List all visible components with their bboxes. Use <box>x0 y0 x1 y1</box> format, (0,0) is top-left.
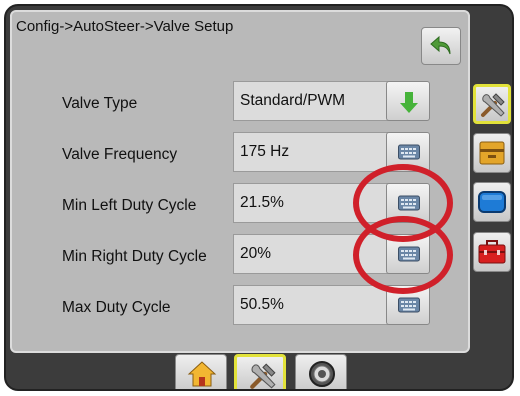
valve-frequency-label: Valve Frequency <box>62 146 178 163</box>
valve-type-field[interactable]: Standard/PWM <box>233 81 389 121</box>
highlight-circle <box>353 216 453 294</box>
back-arrow-icon <box>430 35 451 55</box>
sidebar-tools-button[interactable] <box>473 84 511 124</box>
toolbox-icon <box>478 240 506 264</box>
keyboard-icon <box>398 144 420 160</box>
bottom-nav-home[interactable] <box>175 354 227 389</box>
sidebar-display-button[interactable] <box>473 182 511 222</box>
valve-type-label: Valve Type <box>62 95 138 112</box>
keyboard-icon <box>398 297 420 313</box>
breadcrumb: Config->AutoSteer->Valve Setup <box>16 18 234 35</box>
file-cabinet-icon <box>479 141 505 165</box>
device-frame: Config->AutoSteer->Valve Setup Valve Typ… <box>4 4 514 391</box>
gauge-icon <box>309 361 335 387</box>
max-duty-cycle-field[interactable]: 50.5% <box>233 285 389 325</box>
sidebar-data-button[interactable] <box>473 133 511 173</box>
min-left-duty-cycle-label: Min Left Duty Cycle <box>62 197 197 214</box>
valve-frequency-field[interactable]: 175 Hz <box>233 132 389 172</box>
min-right-duty-cycle-label: Min Right Duty Cycle <box>62 248 207 265</box>
valve-type-dropdown-button[interactable] <box>386 81 430 121</box>
down-arrow-icon <box>400 92 418 113</box>
bottom-nav-gauge[interactable] <box>295 354 347 389</box>
settings-panel: Config->AutoSteer->Valve Setup Valve Typ… <box>10 10 470 353</box>
bottom-nav-tools[interactable] <box>234 354 286 389</box>
sidebar-toolbox-button[interactable] <box>473 232 511 272</box>
tools-icon <box>481 93 505 117</box>
monitor-screen-icon <box>478 191 506 213</box>
home-icon <box>187 361 217 387</box>
max-duty-cycle-label: Max Duty Cycle <box>62 299 171 316</box>
tools-icon <box>250 363 276 389</box>
back-button[interactable] <box>421 27 461 65</box>
